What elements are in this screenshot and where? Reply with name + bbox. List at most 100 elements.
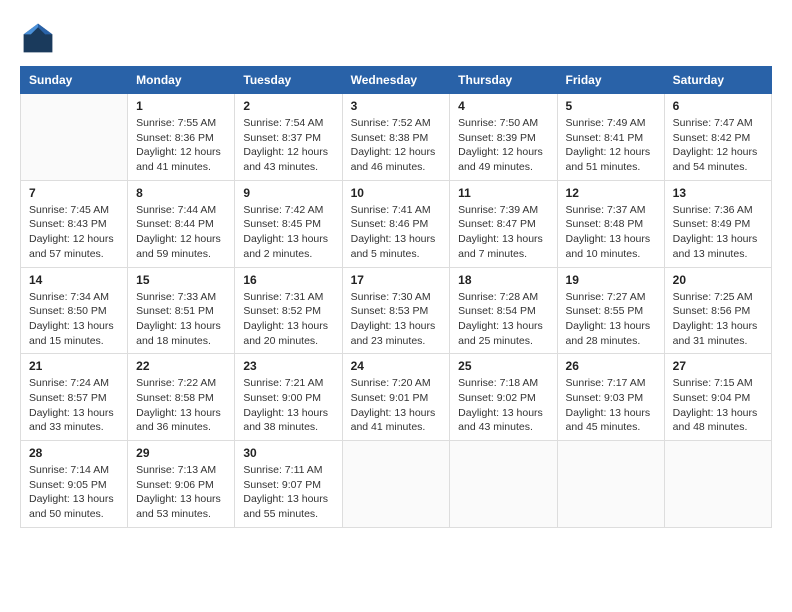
day-cell: 7 Sunrise: 7:45 AM Sunset: 8:43 PM Daylig… <box>21 180 128 267</box>
logo-icon <box>20 20 56 56</box>
day-info: Sunrise: 7:37 AM Sunset: 8:48 PM Dayligh… <box>566 203 656 262</box>
day-info: Sunrise: 7:47 AM Sunset: 8:42 PM Dayligh… <box>673 116 763 175</box>
day-cell: 21 Sunrise: 7:24 AM Sunset: 8:57 PM Dayli… <box>21 354 128 441</box>
week-row-5: 28 Sunrise: 7:14 AM Sunset: 9:05 PM Dayli… <box>21 441 772 528</box>
header-cell-thursday: Thursday <box>450 67 557 94</box>
day-info: Sunrise: 7:49 AM Sunset: 8:41 PM Dayligh… <box>566 116 656 175</box>
day-info: Sunrise: 7:18 AM Sunset: 9:02 PM Dayligh… <box>458 376 548 435</box>
day-info: Sunrise: 7:25 AM Sunset: 8:56 PM Dayligh… <box>673 290 763 349</box>
day-info: Sunrise: 7:34 AM Sunset: 8:50 PM Dayligh… <box>29 290 119 349</box>
header-cell-monday: Monday <box>128 67 235 94</box>
header-cell-sunday: Sunday <box>21 67 128 94</box>
day-cell: 24 Sunrise: 7:20 AM Sunset: 9:01 PM Dayli… <box>342 354 450 441</box>
day-info: Sunrise: 7:17 AM Sunset: 9:03 PM Dayligh… <box>566 376 656 435</box>
day-info: Sunrise: 7:52 AM Sunset: 8:38 PM Dayligh… <box>351 116 442 175</box>
day-cell: 10 Sunrise: 7:41 AM Sunset: 8:46 PM Dayli… <box>342 180 450 267</box>
header-cell-saturday: Saturday <box>664 67 771 94</box>
day-number: 4 <box>458 99 548 113</box>
day-number: 27 <box>673 359 763 373</box>
header-cell-wednesday: Wednesday <box>342 67 450 94</box>
day-info: Sunrise: 7:54 AM Sunset: 8:37 PM Dayligh… <box>243 116 333 175</box>
day-number: 2 <box>243 99 333 113</box>
day-cell: 19 Sunrise: 7:27 AM Sunset: 8:55 PM Dayli… <box>557 267 664 354</box>
day-number: 1 <box>136 99 226 113</box>
day-cell: 12Sunrise: 7:37 AM Sunset: 8:48 PM Dayli… <box>557 180 664 267</box>
day-number: 22 <box>136 359 226 373</box>
day-cell <box>664 441 771 528</box>
day-info: Sunrise: 7:45 AM Sunset: 8:43 PM Dayligh… <box>29 203 119 262</box>
week-row-2: 7 Sunrise: 7:45 AM Sunset: 8:43 PM Daylig… <box>21 180 772 267</box>
day-info: Sunrise: 7:33 AM Sunset: 8:51 PM Dayligh… <box>136 290 226 349</box>
day-cell: 28 Sunrise: 7:14 AM Sunset: 9:05 PM Dayli… <box>21 441 128 528</box>
day-cell: 25 Sunrise: 7:18 AM Sunset: 9:02 PM Dayli… <box>450 354 557 441</box>
day-cell <box>557 441 664 528</box>
day-number: 10 <box>351 186 442 200</box>
day-info: Sunrise: 7:50 AM Sunset: 8:39 PM Dayligh… <box>458 116 548 175</box>
day-number: 18 <box>458 273 548 287</box>
day-cell: 17Sunrise: 7:30 AM Sunset: 8:53 PM Dayli… <box>342 267 450 354</box>
day-cell: 14 Sunrise: 7:34 AM Sunset: 8:50 PM Dayli… <box>21 267 128 354</box>
day-number: 21 <box>29 359 119 373</box>
day-cell: 6Sunrise: 7:47 AM Sunset: 8:42 PM Daylig… <box>664 94 771 181</box>
logo <box>20 20 60 56</box>
day-cell: 29 Sunrise: 7:13 AM Sunset: 9:06 PM Dayli… <box>128 441 235 528</box>
header-cell-friday: Friday <box>557 67 664 94</box>
day-cell: 27Sunrise: 7:15 AM Sunset: 9:04 PM Dayli… <box>664 354 771 441</box>
day-cell: 26 Sunrise: 7:17 AM Sunset: 9:03 PM Dayli… <box>557 354 664 441</box>
calendar-table: SundayMondayTuesdayWednesdayThursdayFrid… <box>20 66 772 528</box>
day-info: Sunrise: 7:30 AM Sunset: 8:53 PM Dayligh… <box>351 290 442 349</box>
day-number: 14 <box>29 273 119 287</box>
day-info: Sunrise: 7:55 AM Sunset: 8:36 PM Dayligh… <box>136 116 226 175</box>
day-number: 19 <box>566 273 656 287</box>
day-info: Sunrise: 7:36 AM Sunset: 8:49 PM Dayligh… <box>673 203 763 262</box>
calendar-header: SundayMondayTuesdayWednesdayThursdayFrid… <box>21 67 772 94</box>
day-number: 24 <box>351 359 442 373</box>
day-number: 23 <box>243 359 333 373</box>
day-info: Sunrise: 7:22 AM Sunset: 8:58 PM Dayligh… <box>136 376 226 435</box>
day-cell: 20 Sunrise: 7:25 AM Sunset: 8:56 PM Dayli… <box>664 267 771 354</box>
week-row-4: 21 Sunrise: 7:24 AM Sunset: 8:57 PM Dayli… <box>21 354 772 441</box>
day-cell: 15 Sunrise: 7:33 AM Sunset: 8:51 PM Dayli… <box>128 267 235 354</box>
day-cell: 5Sunrise: 7:49 AM Sunset: 8:41 PM Daylig… <box>557 94 664 181</box>
day-number: 25 <box>458 359 548 373</box>
day-number: 28 <box>29 446 119 460</box>
day-cell: 4 Sunrise: 7:50 AM Sunset: 8:39 PM Daylig… <box>450 94 557 181</box>
day-cell: 11Sunrise: 7:39 AM Sunset: 8:47 PM Dayli… <box>450 180 557 267</box>
header-row: SundayMondayTuesdayWednesdayThursdayFrid… <box>21 67 772 94</box>
day-number: 7 <box>29 186 119 200</box>
day-cell: 3 Sunrise: 7:52 AM Sunset: 8:38 PM Daylig… <box>342 94 450 181</box>
day-info: Sunrise: 7:24 AM Sunset: 8:57 PM Dayligh… <box>29 376 119 435</box>
day-number: 29 <box>136 446 226 460</box>
day-info: Sunrise: 7:14 AM Sunset: 9:05 PM Dayligh… <box>29 463 119 522</box>
day-number: 8 <box>136 186 226 200</box>
day-cell <box>21 94 128 181</box>
day-cell: 8 Sunrise: 7:44 AM Sunset: 8:44 PM Daylig… <box>128 180 235 267</box>
day-cell: 30 Sunrise: 7:11 AM Sunset: 9:07 PM Dayli… <box>235 441 342 528</box>
day-number: 26 <box>566 359 656 373</box>
day-info: Sunrise: 7:42 AM Sunset: 8:45 PM Dayligh… <box>243 203 333 262</box>
day-cell: 2 Sunrise: 7:54 AM Sunset: 8:37 PM Daylig… <box>235 94 342 181</box>
day-cell: 23 Sunrise: 7:21 AM Sunset: 9:00 PM Dayli… <box>235 354 342 441</box>
day-number: 3 <box>351 99 442 113</box>
day-info: Sunrise: 7:20 AM Sunset: 9:01 PM Dayligh… <box>351 376 442 435</box>
calendar-body: 1 Sunrise: 7:55 AM Sunset: 8:36 PM Daylig… <box>21 94 772 528</box>
day-number: 13 <box>673 186 763 200</box>
day-info: Sunrise: 7:21 AM Sunset: 9:00 PM Dayligh… <box>243 376 333 435</box>
day-info: Sunrise: 7:11 AM Sunset: 9:07 PM Dayligh… <box>243 463 333 522</box>
day-cell: 22 Sunrise: 7:22 AM Sunset: 8:58 PM Dayli… <box>128 354 235 441</box>
day-cell: 13 Sunrise: 7:36 AM Sunset: 8:49 PM Dayli… <box>664 180 771 267</box>
day-info: Sunrise: 7:27 AM Sunset: 8:55 PM Dayligh… <box>566 290 656 349</box>
day-number: 9 <box>243 186 333 200</box>
day-number: 11 <box>458 186 548 200</box>
day-number: 15 <box>136 273 226 287</box>
page-header <box>20 20 772 56</box>
day-number: 20 <box>673 273 763 287</box>
day-info: Sunrise: 7:13 AM Sunset: 9:06 PM Dayligh… <box>136 463 226 522</box>
day-info: Sunrise: 7:44 AM Sunset: 8:44 PM Dayligh… <box>136 203 226 262</box>
day-cell: 18 Sunrise: 7:28 AM Sunset: 8:54 PM Dayli… <box>450 267 557 354</box>
day-number: 30 <box>243 446 333 460</box>
week-row-1: 1 Sunrise: 7:55 AM Sunset: 8:36 PM Daylig… <box>21 94 772 181</box>
day-info: Sunrise: 7:41 AM Sunset: 8:46 PM Dayligh… <box>351 203 442 262</box>
day-cell: 1 Sunrise: 7:55 AM Sunset: 8:36 PM Daylig… <box>128 94 235 181</box>
day-info: Sunrise: 7:28 AM Sunset: 8:54 PM Dayligh… <box>458 290 548 349</box>
